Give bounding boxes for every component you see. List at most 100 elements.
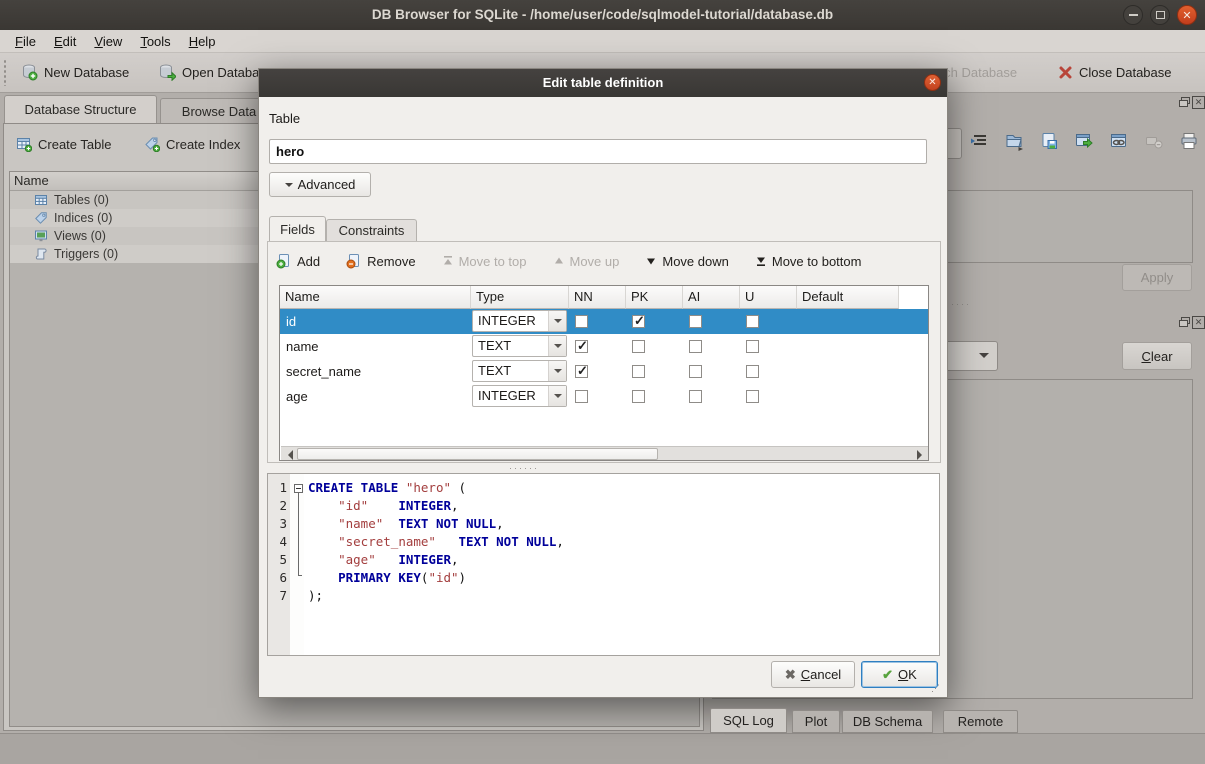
line-number: 4 [269,534,287,549]
fields-horizontal-scrollbar[interactable] [281,446,929,461]
fold-marker-icon[interactable] [294,484,303,493]
u-checkbox[interactable] [746,365,759,378]
column-header-name[interactable]: Name [280,286,471,309]
field-type-combobox[interactable]: INTEGER [472,385,567,407]
nn-checkbox[interactable] [575,365,588,378]
tab-constraints[interactable]: Constraints [326,219,417,242]
menu-view[interactable]: View [85,30,131,53]
ok-button[interactable]: ✔ OK [861,661,938,688]
field-type-combobox[interactable]: INTEGER [472,310,567,332]
column-header-u[interactable]: U [740,286,797,309]
column-header-ai[interactable]: AI [683,286,740,309]
menu-edit[interactable]: Edit [45,30,85,53]
scrollbar-thumb[interactable] [297,448,658,460]
link-data-icon[interactable] [1108,127,1130,155]
field-type-value: INTEGER [478,313,536,328]
u-checkbox[interactable] [746,315,759,328]
bottom-tab-db-schema[interactable]: DB Schema [842,710,933,733]
field-name: name [280,334,471,359]
nn-checkbox[interactable] [575,390,588,403]
export-file-icon[interactable] [1038,127,1060,155]
bottom-tab-label: Remote [958,714,1004,729]
advanced-toggle-button[interactable]: Advanced [269,172,371,197]
bottom-tab-label: Plot [805,714,827,729]
bottom-tab-sql-log[interactable]: SQL Log [710,708,787,733]
pk-checkbox[interactable] [632,315,645,328]
scroll-left-icon[interactable] [283,450,293,460]
menu-file[interactable]: File [6,30,45,53]
move-to-bottom-button[interactable]: Move to bottom [755,254,862,269]
text-format-icon[interactable] [968,127,990,155]
maximize-button[interactable] [1150,5,1170,25]
nn-checkbox[interactable] [575,315,588,328]
move-down-button[interactable]: Move down [645,254,728,269]
bottom-tab-remote[interactable]: Remote [943,710,1018,733]
action-label: Add [297,254,320,269]
dialog-close-button[interactable]: ✕ [924,74,941,91]
u-checkbox[interactable] [746,390,759,403]
cell-editor-toolbar [968,127,1200,155]
field-row-secret_name[interactable]: secret_nameTEXT [280,359,928,384]
log-dock-close-button[interactable]: ✕ [1192,316,1205,329]
pk-checkbox[interactable] [632,365,645,378]
column-header-pk[interactable]: PK [626,286,683,309]
create-table-button[interactable]: Create Table [16,136,111,152]
dialog-splitter-handle[interactable]: ······ [509,465,539,471]
cancel-button[interactable]: ✖ Cancel [771,661,855,688]
field-row-id[interactable]: idINTEGER [280,309,928,334]
field-type-combobox[interactable]: TEXT [472,360,567,382]
sql-preview[interactable]: 1234567 CREATE TABLE "hero" ( "id" INTEG… [267,473,940,656]
log-dock-float-button[interactable] [1178,316,1191,329]
fold-guide-line [298,493,299,575]
field-row-name[interactable]: nameTEXT [280,334,928,359]
create-index-button[interactable]: Create Index [144,136,240,152]
column-header-default[interactable]: Default [797,286,899,309]
menu-tools[interactable]: Tools [131,30,179,53]
ai-checkbox[interactable] [689,390,702,403]
u-checkbox[interactable] [746,340,759,353]
bottom-tab-plot[interactable]: Plot [792,710,840,733]
chevron-down-icon [285,183,293,191]
print-icon[interactable] [1178,127,1200,155]
remove-button[interactable]: Remove [346,253,415,269]
chevron-down-icon [548,311,566,331]
apply-button[interactable]: Apply [1122,264,1192,291]
new-database-button[interactable]: New Database [14,57,135,87]
dialog-resize-grip[interactable]: ⋰ [931,685,942,691]
column-header-nn[interactable]: NN [569,286,626,309]
cell-dock-close-button[interactable]: ✕ [1192,96,1205,109]
tab-fields[interactable]: Fields [269,216,326,242]
move-up-button[interactable]: Move up [553,254,620,269]
cancel-icon: ✖ [785,667,796,683]
line-number: 3 [269,516,287,531]
scroll-right-icon[interactable] [917,450,927,460]
app-window: DB Browser for SQLite - /home/user/code/… [0,0,1205,764]
move-to-top-button[interactable]: Move to top [442,254,527,269]
toolbar-handle[interactable] [3,59,8,86]
nn-checkbox[interactable] [575,340,588,353]
set-null-icon[interactable] [1143,127,1165,155]
add-button[interactable]: Add [276,253,320,269]
column-header-type[interactable]: Type [471,286,569,309]
fields-table: NameTypeNNPKAIUDefaultCheck idINTEGERnam… [279,285,929,461]
pk-checkbox[interactable] [632,340,645,353]
ai-checkbox[interactable] [689,340,702,353]
close-database-button[interactable]: Close Database [1052,57,1178,87]
tree-item-label: Views (0) [54,229,106,243]
window-titlebar: DB Browser for SQLite - /home/user/code/… [0,0,1205,31]
tab-database-structure[interactable]: Database Structure [4,95,157,124]
ai-checkbox[interactable] [689,315,702,328]
pk-checkbox[interactable] [632,390,645,403]
field-type-combobox[interactable]: TEXT [472,335,567,357]
menu-help[interactable]: Help [180,30,225,53]
action-label: Move up [570,254,620,269]
minimize-button[interactable] [1123,5,1143,25]
ai-checkbox[interactable] [689,365,702,378]
field-row-age[interactable]: ageINTEGER [280,384,928,409]
close-window-button[interactable]: ✕ [1177,5,1197,25]
cell-dock-float-button[interactable] [1178,96,1191,109]
open-in-window-icon[interactable] [1073,127,1095,155]
clear-log-button[interactable]: Clear [1122,342,1192,370]
table-name-input[interactable] [269,139,927,164]
import-file-icon[interactable] [1003,127,1025,155]
